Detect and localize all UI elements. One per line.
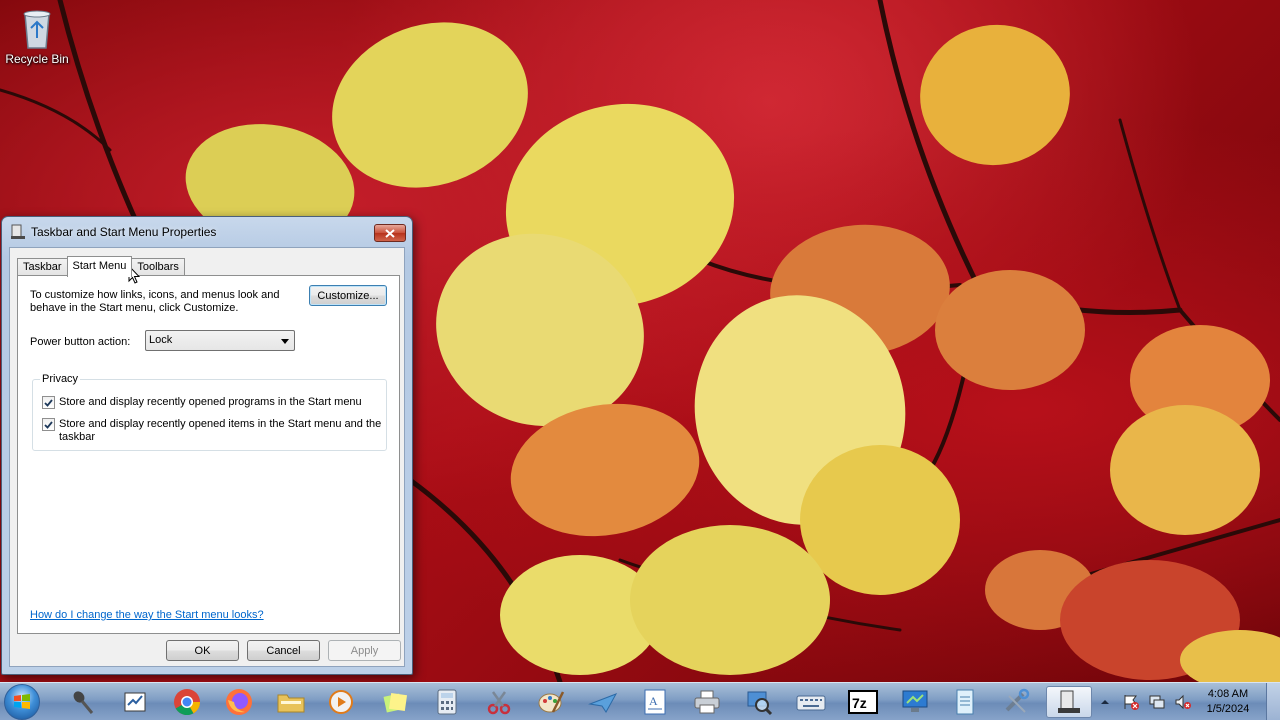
taskbar-item-magnifier[interactable] xyxy=(739,686,779,718)
dialog-title: Taskbar and Start Menu Properties xyxy=(31,225,217,239)
taskbar-item-microphone[interactable] xyxy=(63,686,103,718)
taskbar-clock[interactable]: 4:08 AM 1/5/2024 xyxy=(1198,687,1258,717)
7zip-icon: 7z xyxy=(848,690,878,714)
taskbar-item-media-player[interactable] xyxy=(321,686,361,718)
recent-programs-label: Store and display recently opened progra… xyxy=(59,396,362,408)
apply-button[interactable]: Apply xyxy=(328,640,401,661)
help-link[interactable]: How do I change the way the Start menu l… xyxy=(30,609,264,621)
sticky-notes-icon xyxy=(383,692,408,713)
tab-start-menu[interactable]: Start Menu xyxy=(66,256,133,277)
recent-items-checkbox[interactable] xyxy=(42,418,55,431)
calculator-icon xyxy=(437,689,457,715)
start-menu-tab-panel: To customize how links, icons, and menus… xyxy=(17,275,400,634)
paint-icon xyxy=(538,691,565,713)
wordpad-icon: A xyxy=(644,689,666,715)
show-desktop-button[interactable] xyxy=(1266,683,1280,720)
taskbar-item-settings-tool[interactable] xyxy=(997,686,1037,718)
ok-button[interactable]: OK xyxy=(166,640,239,661)
taskbar-item-keyboard[interactable] xyxy=(791,686,831,718)
tab-taskbar[interactable]: Taskbar xyxy=(17,258,68,276)
svg-text:A: A xyxy=(649,694,658,708)
show-hidden-icons-icon[interactable] xyxy=(1098,695,1112,709)
system-tray xyxy=(1098,683,1192,720)
taskbar-item-snipping-tool[interactable] xyxy=(479,686,519,718)
taskbar-item-calculator[interactable] xyxy=(427,686,467,718)
taskbar-item-notepad[interactable] xyxy=(115,686,155,718)
desktop-icon-recycle-bin[interactable]: Recycle Bin xyxy=(4,6,70,76)
desktop-icon-label: Recycle Bin xyxy=(5,52,69,66)
taskbar-properties-icon xyxy=(1058,690,1080,713)
clock-date: 1/5/2024 xyxy=(1206,703,1250,715)
taskbar-item-paper-plane[interactable] xyxy=(583,686,623,718)
privacy-groupbox: Privacy Store and display recently opene… xyxy=(32,373,387,451)
recent-programs-option[interactable]: Store and display recently opened progra… xyxy=(42,396,362,409)
clock-time: 4:08 AM xyxy=(1207,688,1249,700)
customize-description: To customize how links, icons, and menus… xyxy=(30,289,280,314)
firefox-icon xyxy=(226,689,252,715)
notepad-icon xyxy=(124,692,146,712)
magnifier-icon xyxy=(747,691,773,716)
taskbar-item-7zip[interactable]: 7z xyxy=(843,686,883,718)
privacy-title: Privacy xyxy=(40,373,81,385)
customize-button[interactable]: Customize... xyxy=(309,285,387,306)
taskbar-item-chrome[interactable] xyxy=(167,686,207,718)
snipping-tool-icon xyxy=(487,691,511,715)
network-icon[interactable] xyxy=(1148,693,1166,711)
recycle-bin-icon xyxy=(23,10,51,49)
taskbar-item-firefox[interactable] xyxy=(219,686,259,718)
recent-items-label: Store and display recently opened items … xyxy=(59,418,382,443)
remote-desktop-icon xyxy=(902,690,928,712)
paper-plane-icon xyxy=(588,693,618,713)
volume-icon[interactable] xyxy=(1174,693,1192,711)
notepad-file-icon xyxy=(956,689,974,715)
taskbar-item-wordpad[interactable]: A xyxy=(635,686,675,718)
taskbar-properties-icon xyxy=(11,224,25,239)
cancel-button[interactable]: Cancel xyxy=(247,640,320,661)
recent-programs-checkbox[interactable] xyxy=(42,396,55,409)
power-button-value: Lock xyxy=(149,334,173,346)
taskbar-item-taskbar-properties[interactable] xyxy=(1046,686,1092,718)
dialog-titlebar[interactable]: Taskbar and Start Menu Properties xyxy=(2,217,412,247)
taskbar-item-notepad-file[interactable] xyxy=(945,686,985,718)
recent-items-option[interactable]: Store and display recently opened items … xyxy=(42,418,382,444)
tab-strip: Taskbar Start Menu Toolbars xyxy=(17,256,185,277)
power-button-select[interactable]: Lock xyxy=(145,330,295,351)
printer-icon xyxy=(694,690,720,714)
power-button-label: Power button action: xyxy=(30,336,131,348)
folder-icon xyxy=(277,694,305,713)
checkmark-icon xyxy=(44,398,53,407)
microphone-icon xyxy=(73,691,94,714)
taskbar-item-printer[interactable] xyxy=(687,686,727,718)
action-center-icon[interactable] xyxy=(1122,693,1140,711)
settings-tool-icon xyxy=(1005,688,1030,713)
close-button[interactable] xyxy=(374,224,406,242)
close-icon xyxy=(385,228,395,238)
taskbar-item-explorer[interactable] xyxy=(271,686,311,718)
media-player-icon xyxy=(329,690,353,714)
keyboard-icon xyxy=(796,695,826,711)
dialog-client-area: Taskbar Start Menu Toolbars To customize… xyxy=(9,247,405,667)
taskbar-item-sticky-notes[interactable] xyxy=(375,686,415,718)
taskbar-properties-dialog[interactable]: Taskbar and Start Menu Properties Taskba… xyxy=(1,216,413,675)
taskbar-item-paint[interactable] xyxy=(531,686,571,718)
start-button[interactable] xyxy=(4,684,40,720)
checkmark-icon xyxy=(44,420,53,429)
chevron-down-icon xyxy=(281,339,289,344)
chrome-icon xyxy=(174,689,201,716)
taskbar-item-remote-desktop[interactable] xyxy=(895,686,935,718)
windows-logo-icon xyxy=(14,694,30,709)
svg-text:7z: 7z xyxy=(852,695,867,711)
taskbar: A 7z 4:08 AM 1/5/2024 xyxy=(0,682,1280,720)
